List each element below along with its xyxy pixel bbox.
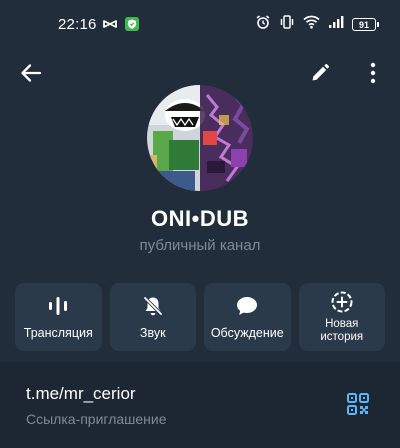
alarm-icon [255,14,271,35]
capcut-icon [102,16,118,37]
mute-label: Звук [139,326,166,340]
channel-subtitle: публичный канал [139,237,261,254]
channel-title: ONI•DUB [151,206,249,231]
mute-button[interactable]: Звук [109,283,196,351]
status-bar: 22:16 91 [0,0,400,50]
avatar-image [147,85,253,191]
action-row: Трансляция Звук Обсуждение Новая история [15,283,385,351]
bell-off-icon [143,296,162,316]
battery-icon: 91 [352,18,379,31]
edit-button[interactable] [300,53,340,93]
shield-check-icon [124,16,140,37]
invite-link-caption: Ссылка-приглашение [26,411,167,427]
arrow-left-icon [21,64,42,82]
qr-code-icon [347,393,369,415]
discussion-label: Обсуждение [210,326,284,340]
live-stream-button[interactable]: Трансляция [15,283,102,351]
more-vertical-icon [370,62,376,84]
status-time: 22:16 [58,16,97,33]
add-story-icon [331,291,353,313]
qr-code-button[interactable] [346,392,374,420]
more-button[interactable] [353,53,393,93]
pencil-icon [312,63,330,81]
invite-link-text[interactable]: t.me/mr_cerior [26,384,136,404]
live-stream-label: Трансляция [23,326,93,340]
live-stream-icon [49,297,68,315]
new-story-label: Новая история [320,318,364,343]
discussion-button[interactable]: Обсуждение [204,283,291,351]
invite-link-row[interactable]: t.me/mr_cerior Ссылка-приглашение [0,362,400,448]
back-button[interactable] [11,53,51,93]
battery-level: 91 [358,19,369,30]
wifi-icon [303,15,320,34]
signal-icon [328,15,344,34]
chat-bubble-icon [237,297,258,315]
channel-avatar[interactable] [147,85,253,191]
new-story-button[interactable]: Новая история [298,283,385,351]
vibrate-icon [279,14,295,35]
